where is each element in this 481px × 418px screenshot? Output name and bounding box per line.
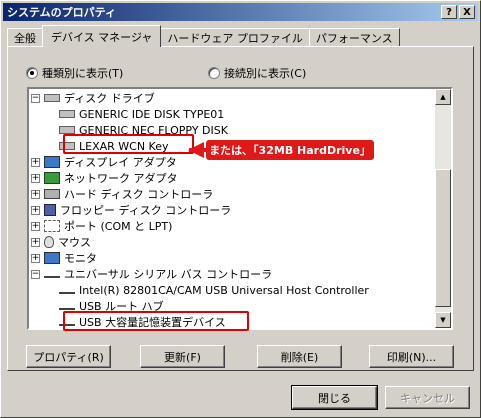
network-icon [44, 172, 60, 184]
highlight-usb-storage-device [63, 311, 249, 331]
expand-icon[interactable]: + [31, 221, 40, 231]
device-tree[interactable]: − ディスク ドライブ GENERIC IDE DISK TYPE01 GENERIC… [27, 87, 453, 330]
close-button[interactable]: 閉じる [291, 385, 378, 410]
tab-general[interactable]: 全般 [7, 28, 43, 47]
tree-item-label: ハード ディスク コントローラ [64, 188, 214, 201]
expand-icon[interactable]: + [31, 189, 40, 199]
disk-icon [59, 126, 75, 134]
tree-item[interactable]: + マウス [31, 234, 91, 250]
tree-item[interactable]: + ディスプレイ アダプタ [31, 154, 177, 170]
device-tree-rows: − ディスク ドライブ GENERIC IDE DISK TYPE01 GENERIC… [29, 89, 437, 328]
disk-icon [44, 94, 60, 102]
tree-item[interactable]: − ユニバーサル シリアル バス コントローラ [31, 266, 272, 282]
tree-item-label: ディスク ドライブ [64, 92, 155, 105]
system-properties-window: システムのプロパティ ? X 全般 デバイス マネージャ ハードウェア プロファ… [0, 0, 481, 418]
scroll-down-icon[interactable]: ▼ [435, 312, 451, 328]
window-title: システムのプロパティ [7, 6, 117, 19]
callout-arrow-icon [188, 142, 204, 158]
properties-button[interactable]: プロパティ(R) [26, 345, 111, 368]
view-by-type-label: 種類別に表示(T) [42, 67, 124, 80]
collapse-icon[interactable]: − [31, 269, 40, 279]
tree-item-label: ユニバーサル シリアル バス コントローラ [64, 268, 273, 281]
disk-icon [59, 110, 75, 118]
port-icon [44, 220, 60, 232]
help-button[interactable]: ? [441, 5, 457, 19]
tree-item-label: モニタ [64, 252, 97, 265]
floppy-icon [44, 204, 56, 216]
tree-item-label: ネットワーク アダプタ [64, 172, 178, 185]
tree-item[interactable]: + ハード ディスク コントローラ [31, 186, 213, 202]
tree-item[interactable]: + フロッピー ディスク コントローラ [31, 202, 231, 218]
refresh-button[interactable]: 更新(F) [140, 345, 225, 368]
mouse-icon [44, 236, 54, 248]
tree-item-label: マウス [58, 236, 91, 249]
highlight-lexar-device [63, 134, 194, 154]
tree-item-label: GENERIC IDE DISK TYPE01 [79, 107, 225, 121]
tree-item[interactable]: GENERIC IDE DISK TYPE01 [59, 106, 224, 122]
usb-icon [59, 302, 75, 310]
tab-device-manager[interactable]: デバイス マネージャ [42, 25, 162, 47]
annotation-callout: または、「32MB HardDrive」 [206, 140, 374, 160]
expand-icon[interactable]: + [31, 173, 40, 183]
view-by-connection-label: 接続別に表示(C) [224, 67, 307, 80]
tree-item-label: ポート (COM と LPT) [64, 220, 173, 233]
tree-item[interactable]: + ネットワーク アダプタ [31, 170, 178, 186]
radio-button[interactable] [208, 67, 220, 79]
controller-icon [44, 189, 60, 199]
tab-strip: 全般 デバイス マネージャ ハードウェア プロファイル パフォーマンス [7, 25, 400, 47]
expand-icon[interactable]: + [31, 237, 40, 247]
tree-item[interactable]: + ポート (COM と LPT) [31, 218, 172, 234]
title-bar[interactable]: システムのプロパティ ? X [3, 3, 478, 21]
tree-item-label: フロッピー ディスク コントローラ [60, 204, 232, 217]
radio-button-selected[interactable] [26, 67, 38, 79]
cancel-button: キャンセル [385, 386, 470, 409]
tree-item[interactable]: Intel(R) 82801CA/CAM USB Universal Host … [59, 282, 369, 298]
tab-hardware-profiles[interactable]: ハードウェア プロファイル [160, 28, 310, 47]
usb-icon [59, 286, 75, 294]
vertical-scrollbar[interactable]: ▲ ▼ [435, 89, 451, 328]
scroll-thumb[interactable] [435, 169, 451, 307]
view-by-type-option[interactable]: 種類別に表示(T) [26, 65, 123, 81]
monitor-icon [44, 156, 60, 168]
expand-icon[interactable]: + [31, 253, 40, 263]
tree-item-label: Intel(R) 82801CA/CAM USB Universal Host … [79, 283, 369, 297]
tree-item[interactable]: − ディスク ドライブ [31, 90, 155, 106]
print-button[interactable]: 印刷(N)... [369, 345, 454, 368]
tree-item-label: ディスプレイ アダプタ [64, 156, 177, 169]
device-manager-panel: 種類別に表示(T) 接続別に表示(C) − ディスク ドライブ GENERIC ID… [7, 46, 474, 371]
monitor-icon [44, 252, 60, 264]
expand-icon[interactable]: + [31, 205, 40, 215]
remove-button[interactable]: 削除(E) [257, 345, 342, 368]
expand-icon[interactable]: + [31, 157, 40, 167]
usb-icon [44, 270, 60, 278]
tree-item[interactable]: + モニタ [31, 250, 97, 266]
view-by-connection-option[interactable]: 接続別に表示(C) [208, 65, 306, 81]
close-window-button[interactable]: X [459, 5, 475, 19]
tab-performance[interactable]: パフォーマンス [308, 28, 400, 47]
scroll-up-icon[interactable]: ▲ [435, 89, 451, 105]
collapse-icon[interactable]: − [31, 93, 40, 103]
